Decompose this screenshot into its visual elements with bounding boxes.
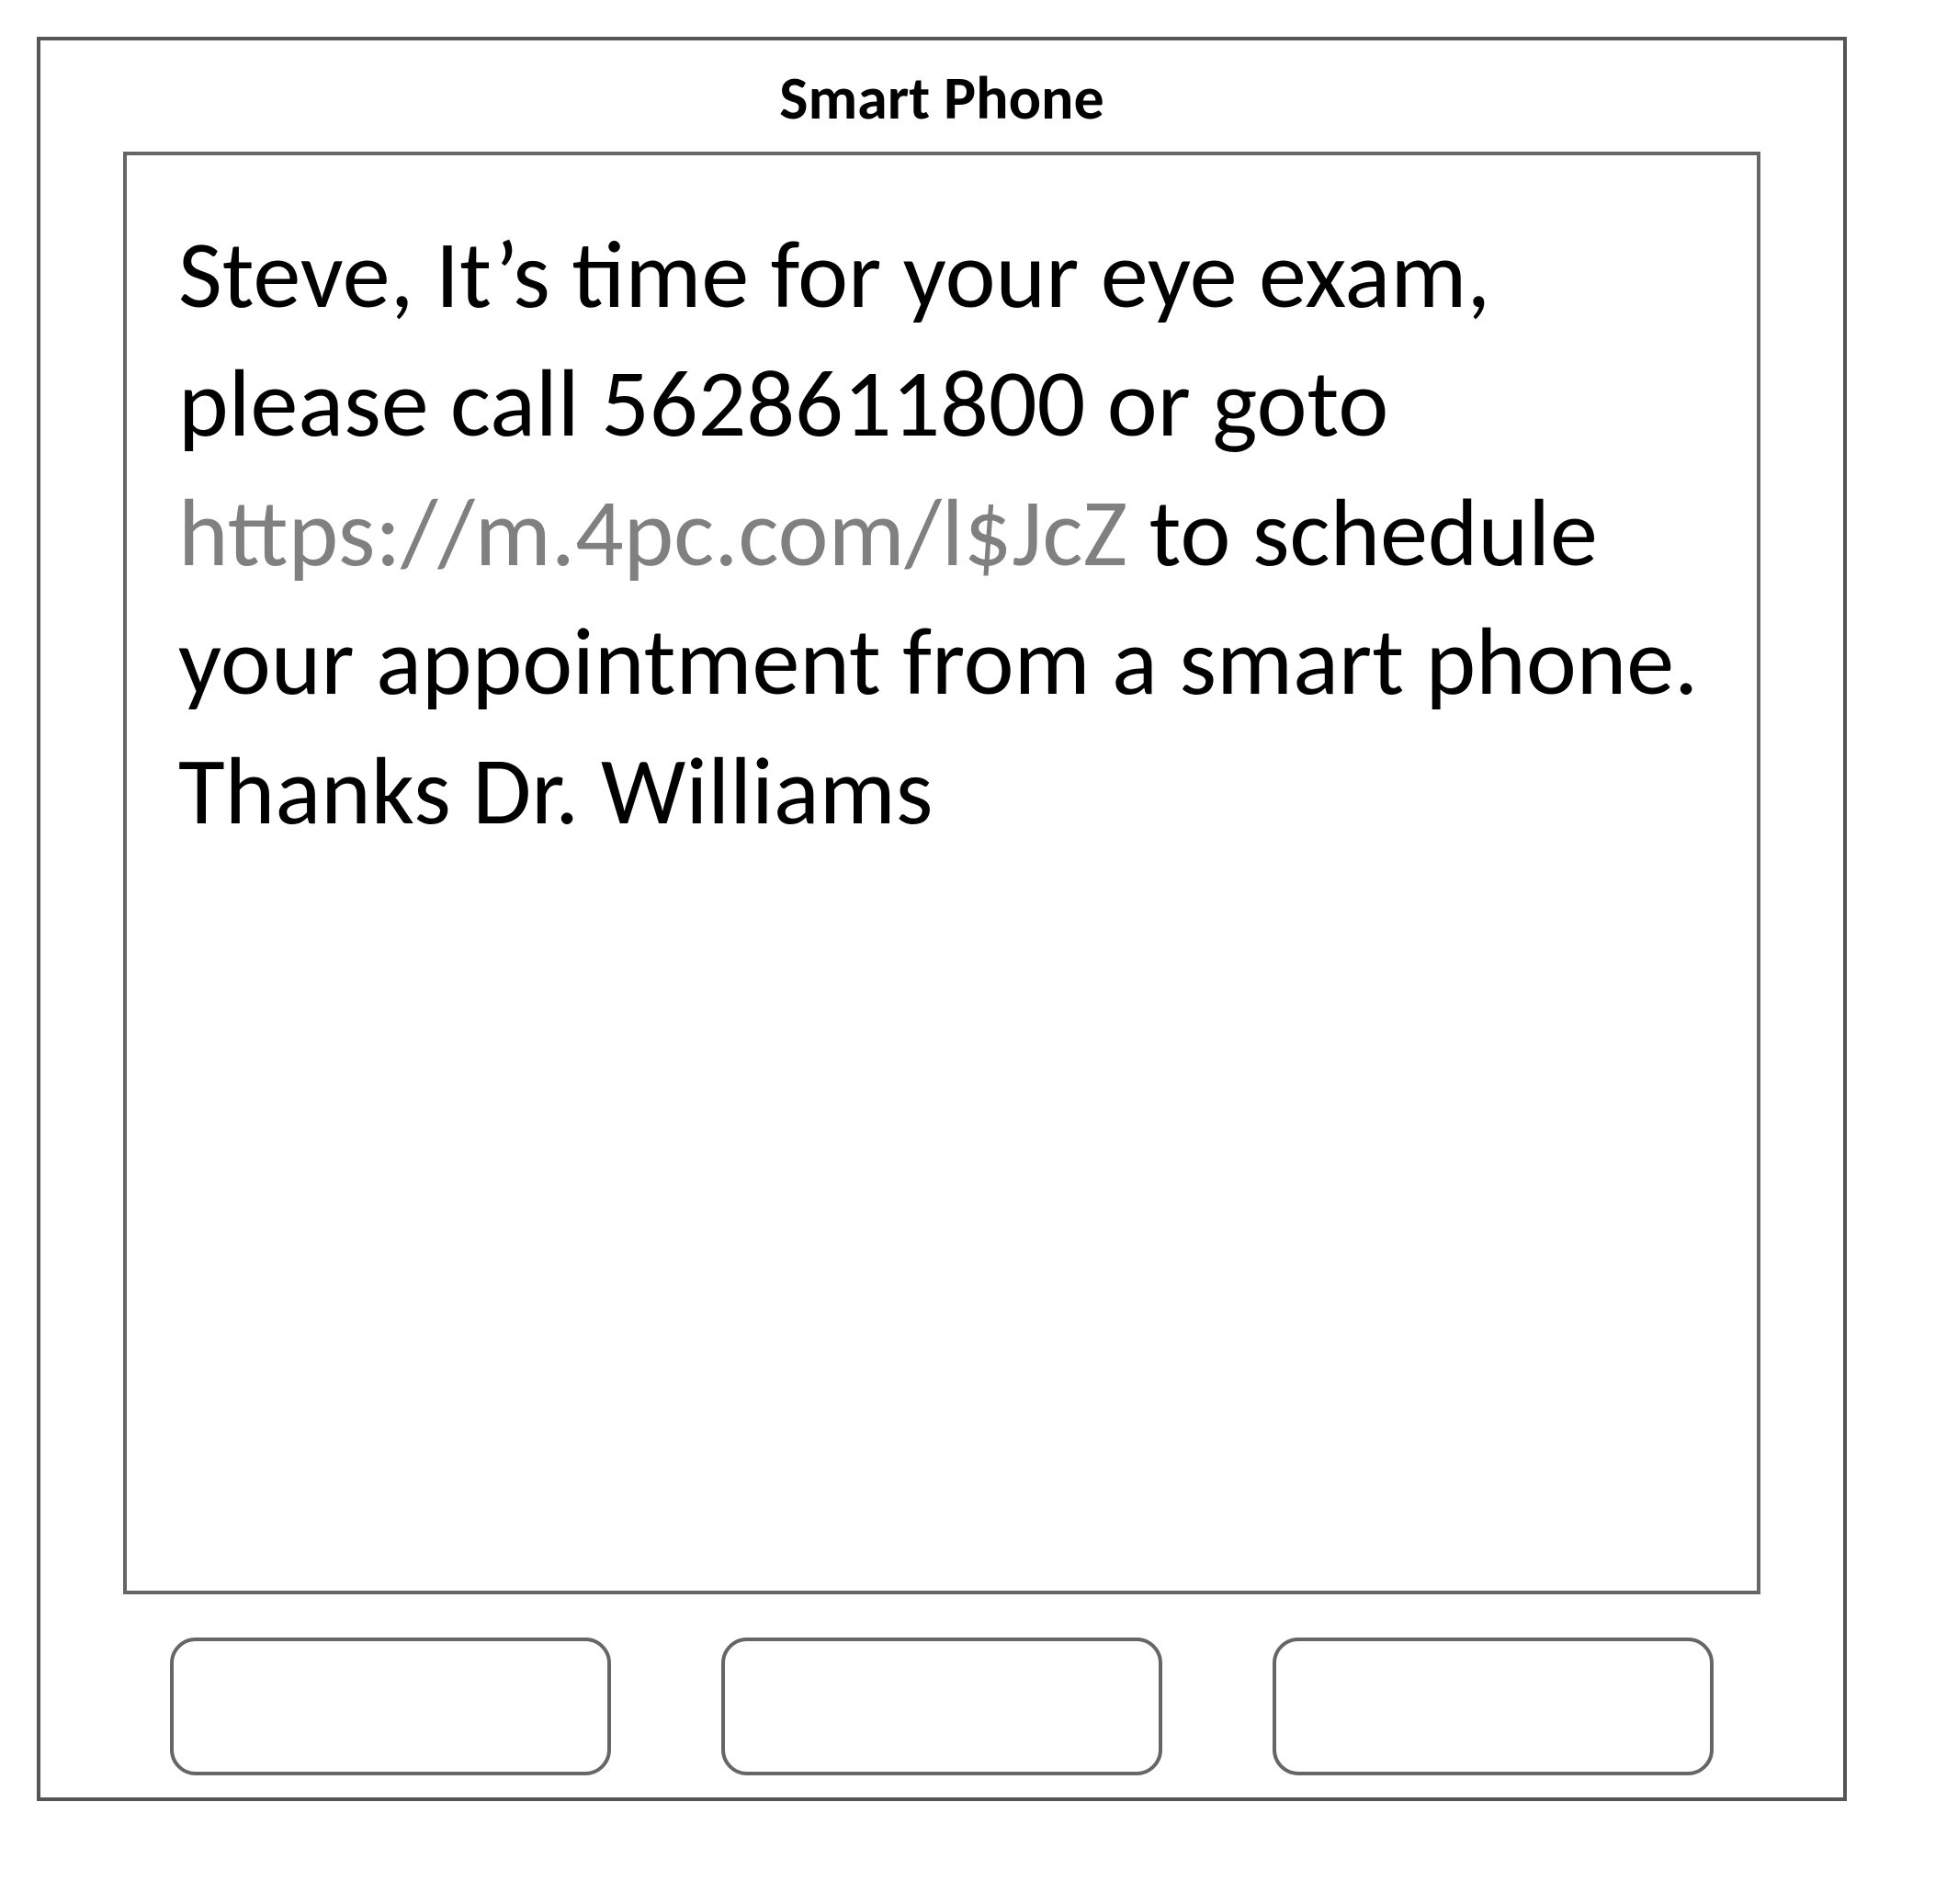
message-link[interactable]: https://m.4pc.com/l$JcZ — [178, 474, 1127, 591]
device-title: Smart Phone — [40, 40, 1843, 152]
screen-area: Steve, It’s time for your eye exam, plea… — [123, 152, 1760, 1594]
smartphone-frame: Smart Phone Steve, It’s time for your ey… — [37, 37, 1847, 1801]
hardware-button-right[interactable] — [1273, 1638, 1714, 1775]
hardware-button-center[interactable] — [721, 1638, 1162, 1775]
hardware-button-left[interactable] — [170, 1638, 611, 1775]
hardware-buttons-row — [40, 1638, 1843, 1775]
message-text-before-link: Steve, It’s time for your eye exam, plea… — [178, 216, 1490, 461]
sms-message: Steve, It’s time for your eye exam, plea… — [178, 210, 1711, 856]
